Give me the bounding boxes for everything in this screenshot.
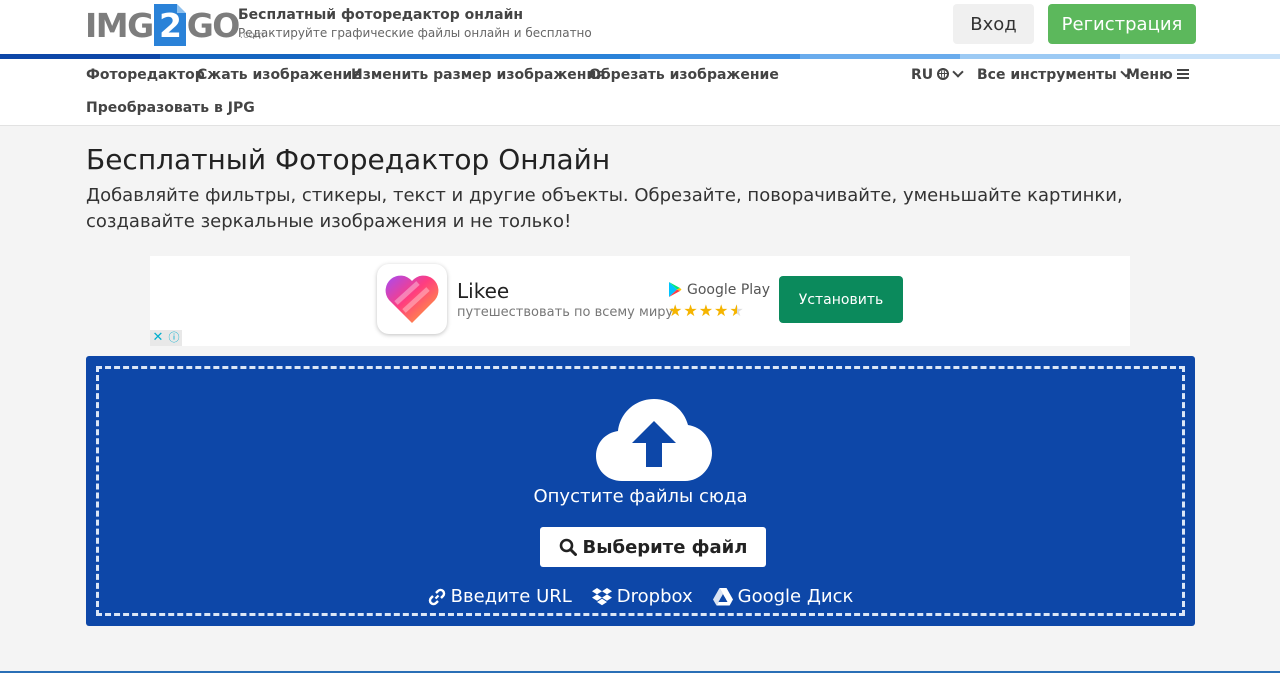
- ad-app-subtitle: путешествовать по всему миру: [457, 305, 674, 320]
- star-icon: ★: [668, 301, 684, 320]
- hamburger-icon: [1176, 69, 1189, 79]
- logo-text-2: 2: [153, 4, 186, 46]
- main-nav: Фоторедактор Сжать изображение Изменить …: [0, 59, 1280, 126]
- page-description: Добавляйте фильтры, стикеры, текст и дру…: [86, 185, 1123, 232]
- register-button[interactable]: Регистрация: [1048, 4, 1196, 44]
- login-button[interactable]: Вход: [953, 4, 1034, 44]
- google-play-label: Google Play: [687, 281, 771, 298]
- page-title: Бесплатный Фоторедактор Онлайн: [86, 143, 611, 176]
- google-drive-link[interactable]: Google Диск: [712, 586, 854, 607]
- google-drive-label: Google Диск: [737, 586, 854, 607]
- globe-icon: [937, 68, 950, 80]
- choose-file-label: Выберите файл: [582, 536, 748, 558]
- upload-area[interactable]: Опустите файлы сюда Выберите файл Введит…: [86, 356, 1195, 626]
- nav-compress-image[interactable]: Сжать изображение: [197, 65, 362, 85]
- ad-info-icon[interactable]: ⓘ: [166, 330, 182, 346]
- logo-text-img: IMG: [85, 5, 154, 45]
- all-tools-label: Все инструменты: [977, 67, 1117, 83]
- install-button[interactable]: Установить: [779, 276, 903, 323]
- cloud-upload-icon: [596, 399, 712, 481]
- menu-label: Меню: [1126, 67, 1173, 83]
- google-play-badge: Google Play: [668, 281, 770, 298]
- logo-text-go: GO: [186, 5, 241, 45]
- dropbox-link[interactable]: Dropbox: [591, 586, 693, 607]
- ad-app-name[interactable]: Likee: [457, 279, 509, 303]
- ad-banner[interactable]: Likee путешествовать по всему миру Googl…: [150, 256, 1130, 346]
- drop-files-text: Опустите файлы сюда: [533, 486, 748, 507]
- star-icon: ★: [683, 301, 699, 320]
- language-label: RU: [911, 67, 934, 83]
- dropbox-icon: [591, 587, 612, 605]
- google-drive-icon: [712, 587, 733, 605]
- tagline-subtitle: Редактируйте графические файлы онлайн и …: [238, 26, 592, 40]
- choose-file-button[interactable]: Выберите файл: [540, 527, 766, 567]
- likee-app-icon[interactable]: [377, 264, 447, 334]
- enter-url-link[interactable]: Введите URL: [428, 586, 572, 607]
- google-play-icon: [669, 282, 682, 297]
- link-icon: [428, 588, 445, 605]
- chevron-down-icon: [952, 66, 964, 78]
- site-header: IMG 2 GO .com Бесплатный фоторедактор он…: [0, 0, 1280, 54]
- tagline-title: Бесплатный фоторедактор онлайн: [238, 7, 524, 23]
- menu-button[interactable]: Меню: [1126, 65, 1189, 85]
- nav-photo-editor[interactable]: Фоторедактор: [86, 65, 205, 85]
- nav-convert-jpg[interactable]: Преобразовать в JPG: [86, 98, 255, 118]
- nav-resize-image[interactable]: Изменить размер изображения: [351, 65, 605, 85]
- ad-close-icon[interactable]: ✕: [150, 330, 166, 346]
- rating-stars: ★★★★★: [668, 301, 745, 320]
- enter-url-label: Введите URL: [450, 586, 572, 607]
- star-icon: ★: [698, 301, 715, 320]
- nav-crop-image[interactable]: Обрезать изображение: [589, 65, 779, 85]
- star-icon: ★: [729, 301, 745, 320]
- star-icon: ★: [714, 301, 730, 320]
- upload-sources: Введите URL Dropbox Google Диск: [99, 586, 1182, 607]
- all-tools-dropdown[interactable]: Все инструменты: [977, 65, 1132, 85]
- site-tagline: Бесплатный фоторедактор онлайн Редактиру…: [238, 6, 592, 42]
- search-icon: [559, 538, 577, 556]
- drop-zone[interactable]: Опустите файлы сюда Выберите файл Введит…: [96, 366, 1185, 616]
- language-selector[interactable]: RU: [911, 65, 964, 85]
- dropbox-label: Dropbox: [616, 586, 693, 607]
